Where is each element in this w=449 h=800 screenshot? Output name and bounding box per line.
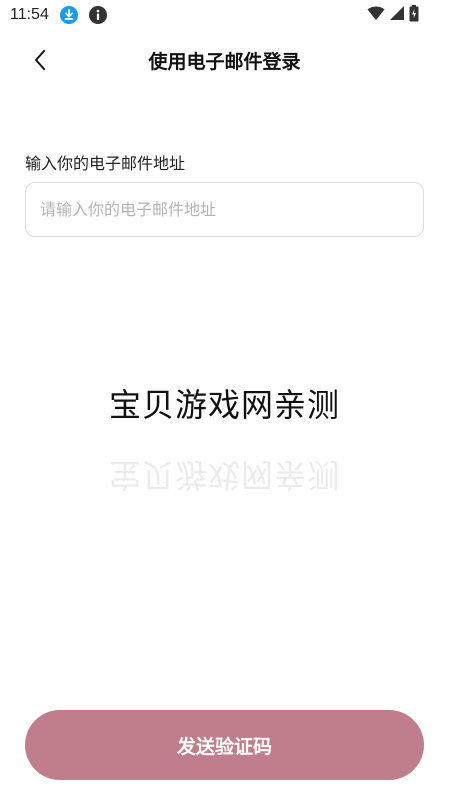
status-bar: 11:54 xyxy=(0,0,449,30)
email-input[interactable] xyxy=(25,182,424,237)
email-label: 输入你的电子邮件地址 xyxy=(25,154,186,173)
wifi-icon xyxy=(367,5,385,25)
page-title: 使用电子邮件登录 xyxy=(148,51,301,73)
watermark: 宝贝游戏网亲测 xyxy=(0,385,449,425)
status-right-icons xyxy=(367,4,419,26)
watermark-text: 宝贝游戏网亲测 xyxy=(108,386,340,424)
watermark-reflection: 宝贝游戏网亲测 xyxy=(108,456,340,494)
battery-icon xyxy=(409,4,419,26)
header: 使用电子邮件登录 xyxy=(0,42,449,82)
info-icon xyxy=(88,5,108,25)
send-code-button[interactable]: 发送验证码 xyxy=(25,710,424,780)
status-time: 11:54 xyxy=(10,6,49,23)
signal-icon xyxy=(389,5,405,25)
download-icon xyxy=(59,5,79,25)
